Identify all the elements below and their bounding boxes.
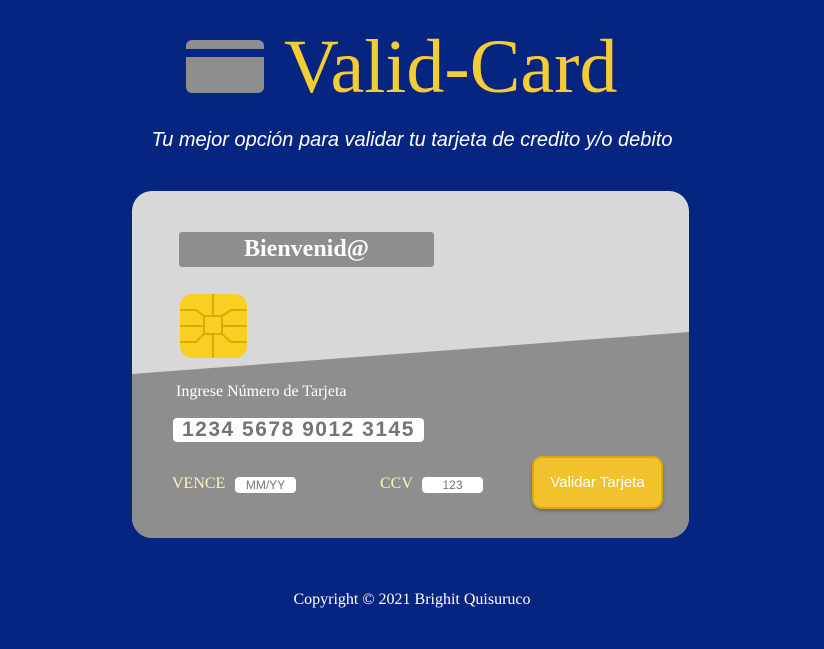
copyright-footer: Copyright © 2021 Brighit Quisuruco: [293, 591, 531, 608]
validate-card-button[interactable]: Validar Tarjeta: [532, 456, 663, 509]
card-stripe: [186, 49, 264, 57]
expiry-input[interactable]: MM/YY: [235, 477, 296, 493]
credit-card-icon: [186, 40, 264, 93]
card-number-label: Ingrese Número de Tarjeta: [176, 383, 347, 400]
brand-title: Valid-Card: [284, 25, 618, 109]
card-chip-icon: [180, 294, 247, 358]
ccv-label: CCV: [380, 475, 413, 492]
tagline: Tu mejor opción para validar tu tarjeta …: [151, 129, 673, 151]
ccv-input[interactable]: 123: [422, 477, 483, 493]
card-number-input[interactable]: 1234 5678 9012 3145: [173, 418, 424, 442]
credit-card: Bienvenid@ Ingrese Número de Tarjeta 123…: [132, 191, 689, 538]
expiry-label: VENCE: [172, 475, 226, 492]
welcome-banner: Bienvenid@: [179, 232, 434, 267]
